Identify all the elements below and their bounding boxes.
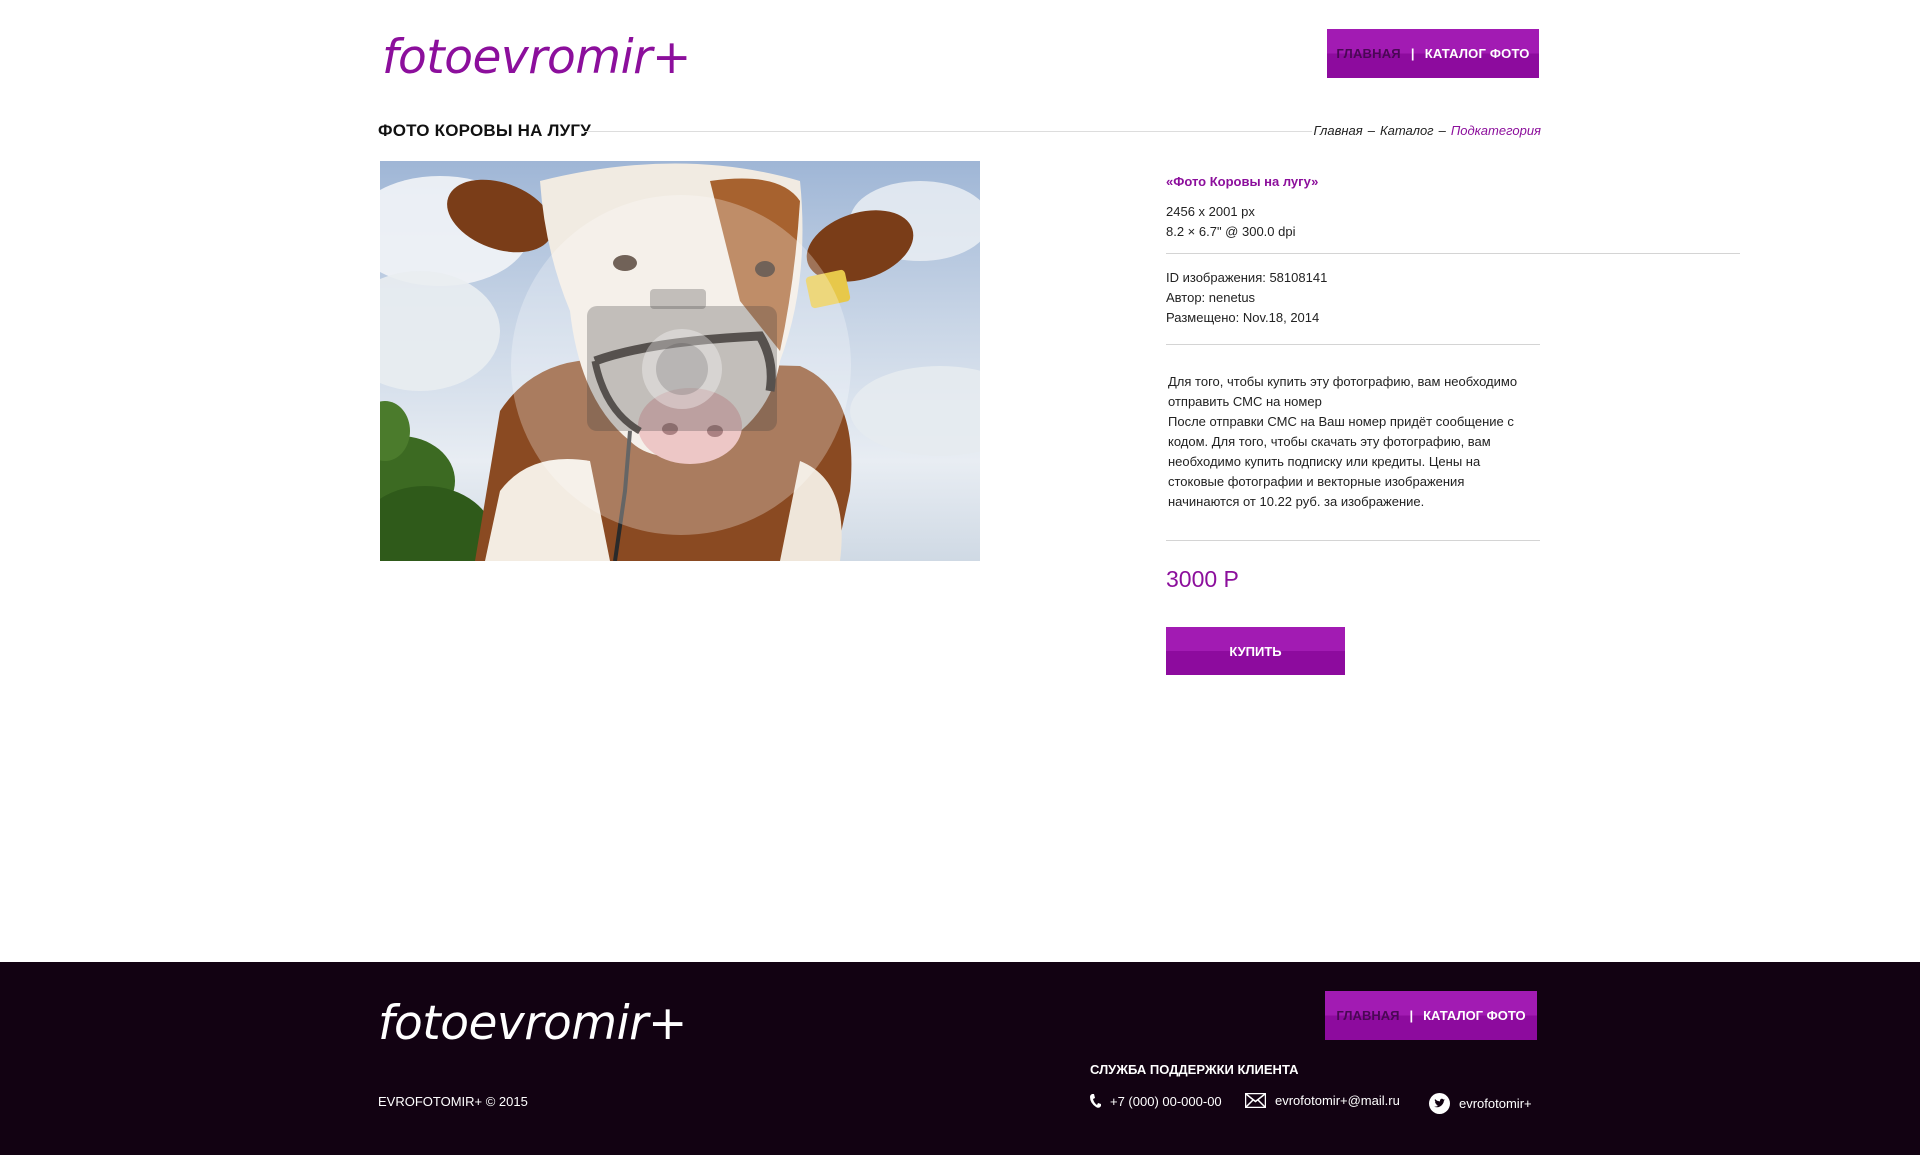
price: 3000 Р [1166,566,1239,592]
email-address: evrofotomir+@mail.ru [1275,1093,1400,1108]
footer-nav-catalog-link[interactable]: КАТАЛОГ ФОТО [1423,1008,1526,1023]
breadcrumb-dash: – [1438,123,1446,138]
footer-nav-separator: | [1409,1008,1414,1023]
phone-number: +7 (000) 00-000-00 [1110,1093,1222,1109]
copyright: EVROFOTOMIR+ © 2015 [378,1094,528,1109]
nav-home-link[interactable]: ГЛАВНАЯ [1336,46,1400,61]
photo-posted-date: Размещено: Nov.18, 2014 [1166,310,1320,325]
site-logo[interactable]: fotoevromir+ [382,30,691,85]
mail-icon [1245,1093,1266,1108]
nav-catalog-link[interactable]: КАТАЛОГ ФОТО [1425,46,1530,61]
footer-logo[interactable]: fotoevromir+ [378,996,687,1051]
breadcrumb: Главная – Каталог – Подкатегория [1314,123,1541,138]
twitter-handle: evrofotomir+ [1459,1096,1532,1111]
divider [1166,253,1740,254]
photo-id: ID изображения: 58108141 [1166,270,1328,285]
footer-nav-home-link[interactable]: ГЛАВНАЯ [1336,1008,1399,1023]
description-line-1: Для того, чтобы купить эту фотографию, в… [1168,374,1518,409]
main-nav: ГЛАВНАЯ | КАТАЛОГ ФОТО [1327,29,1539,78]
photo-size-px: 2456 x 2001 px [1166,204,1255,219]
nav-separator: | [1410,46,1415,61]
title-divider [584,131,1312,132]
purchase-description: Для того, чтобы купить эту фотографию, в… [1168,372,1528,512]
product-photo[interactable] [380,161,980,561]
breadcrumb-home[interactable]: Главная [1314,123,1363,138]
contact-email[interactable]: evrofotomir+@mail.ru [1245,1093,1400,1108]
photo-author: Автор: nenetus [1166,290,1256,305]
breadcrumb-current[interactable]: Подкатегория [1451,123,1541,138]
photo-title: «Фото Коровы на лугу» [1166,174,1319,189]
footer: fotoevromir+ ГЛАВНАЯ | КАТАЛОГ ФОТО EVRO… [0,962,1920,1155]
divider [1166,540,1540,541]
twitter-icon [1429,1093,1450,1114]
phone-icon [1090,1094,1101,1108]
contact-phone[interactable]: +7 (000) 00-000-00 [1089,1093,1222,1109]
divider [1166,344,1540,345]
camera-icon [587,289,777,431]
photo-meta: ID изображения: 58108141 Автор: nenetus … [1166,268,1540,328]
photo-size-print: 8.2 × 6.7" @ 300.0 dpi [1166,224,1296,239]
breadcrumb-catalog[interactable]: Каталог [1380,123,1434,138]
page-title: ФОТО КОРОВЫ НА ЛУГУ [378,121,592,140]
breadcrumb-dash: – [1367,123,1375,138]
support-title: СЛУЖБА ПОДДЕРЖКИ КЛИЕНТА [1090,1062,1299,1077]
buy-button[interactable]: КУПИТЬ [1166,627,1345,675]
photo-info: «Фото Коровы на лугу» 2456 x 2001 px 8.2… [1166,172,1540,242]
footer-nav: ГЛАВНАЯ | КАТАЛОГ ФОТО [1325,991,1537,1040]
contact-twitter[interactable]: evrofotomir+ [1429,1093,1532,1114]
description-line-2: После отправки СМС на Ваш номер придёт с… [1168,414,1514,509]
